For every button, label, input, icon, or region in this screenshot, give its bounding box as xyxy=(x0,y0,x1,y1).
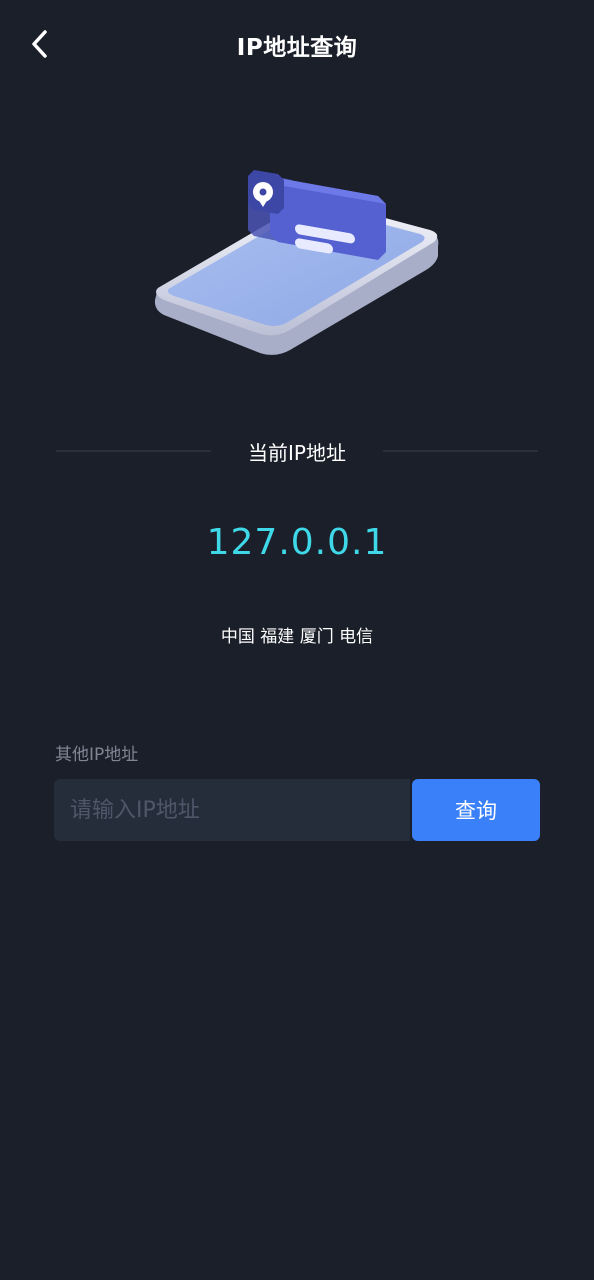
current-ip-address: 127.0.0.1 xyxy=(206,522,388,563)
divider-line-right xyxy=(383,450,538,452)
other-ip-label: 其他IP地址 xyxy=(55,745,139,765)
current-ip-divider: 当前IP地址 xyxy=(56,437,538,467)
ip-input[interactable] xyxy=(54,779,410,841)
ip-location: 中国 福建 厦门 电信 xyxy=(220,627,374,647)
ip-lookup-page: IP地址查询 当前IP地址 127.0.0.1 中国 福建 厦门 电信 其他IP… xyxy=(0,0,594,1280)
phone-illustration xyxy=(154,170,439,355)
page-title: IP地址查询 xyxy=(236,35,358,61)
query-button[interactable]: 查询 xyxy=(412,779,540,841)
header: IP地址查询 xyxy=(0,0,594,88)
